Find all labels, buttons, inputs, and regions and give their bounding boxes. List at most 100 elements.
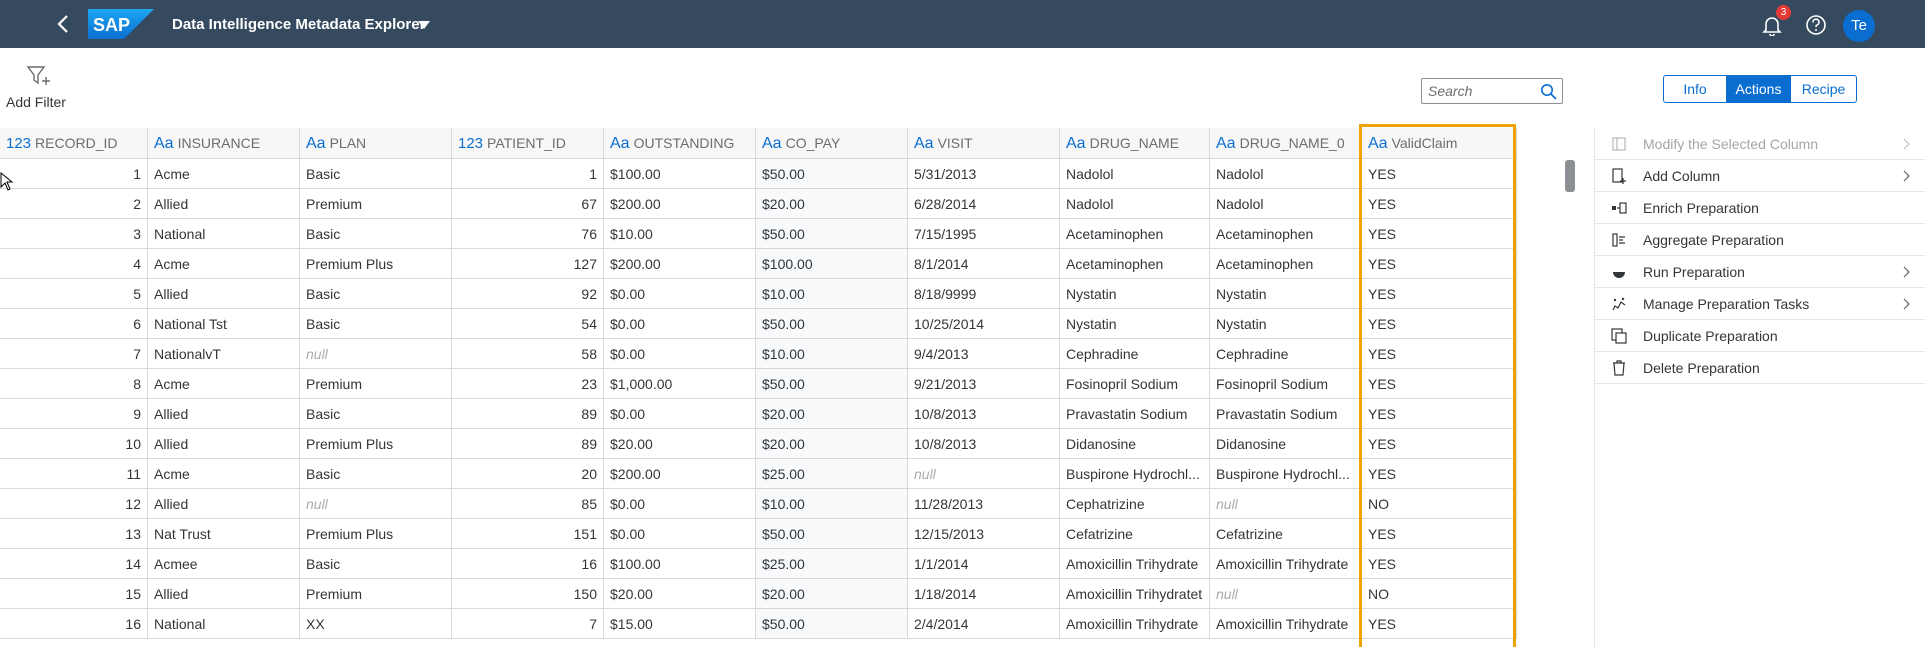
table-row[interactable]: 1 Acme Basic 1 $100.00 $50.00 5/31/2013 Nadolol… <box>0 159 1517 189</box>
cell-outstanding[interactable]: $20.00 <box>604 579 756 609</box>
cell-drug-name[interactable]: Amoxicillin Trihydratet <box>1060 579 1210 609</box>
action-enrich-preparation[interactable]: Enrich Preparation <box>1595 192 1925 224</box>
cell-validclaim[interactable]: YES <box>1362 369 1517 399</box>
cell-co-pay[interactable]: $50.00 <box>756 309 908 339</box>
cell-drug-name-0[interactable]: Amoxicillin Trihydrate <box>1210 609 1362 639</box>
table-row[interactable]: 5 Allied Basic 92 $0.00 $10.00 8/18/9999 Nystat… <box>0 279 1517 309</box>
cell-drug-name[interactable]: Cephradine <box>1060 339 1210 369</box>
table-row[interactable]: 3 National Basic 76 $10.00 $50.00 7/15/1995 Ace… <box>0 219 1517 249</box>
search-input[interactable] <box>1428 82 1538 100</box>
cell-insurance[interactable]: Acme <box>148 459 300 489</box>
cell-visit[interactable]: 10/25/2014 <box>908 309 1060 339</box>
cell-drug-name[interactable]: Fosinopril Sodium <box>1060 369 1210 399</box>
cell-co-pay[interactable]: $25.00 <box>756 549 908 579</box>
cell-record-id[interactable]: 5 <box>0 279 148 309</box>
cell-validclaim[interactable]: YES <box>1362 429 1517 459</box>
column-header-record-id[interactable]: 123 RECORD_ID <box>0 128 148 159</box>
cell-insurance[interactable]: Allied <box>148 579 300 609</box>
cell-drug-name[interactable]: Cefatrizine <box>1060 519 1210 549</box>
cell-drug-name-0[interactable]: Nadolol <box>1210 159 1362 189</box>
cell-record-id[interactable]: 9 <box>0 399 148 429</box>
cell-insurance[interactable]: Allied <box>148 189 300 219</box>
cell-insurance[interactable]: National <box>148 219 300 249</box>
cell-record-id[interactable]: 6 <box>0 309 148 339</box>
action-run-preparation[interactable]: Run Preparation <box>1595 256 1925 288</box>
column-header-co-pay[interactable]: Aa CO_PAY <box>756 128 908 159</box>
cell-patient-id[interactable]: 127 <box>452 249 604 279</box>
cell-visit[interactable]: 2/4/2014 <box>908 609 1060 639</box>
cell-drug-name[interactable]: Acetaminophen <box>1060 249 1210 279</box>
cell-drug-name[interactable]: Cephatrizine <box>1060 489 1210 519</box>
cell-validclaim[interactable]: YES <box>1362 609 1517 639</box>
cell-co-pay[interactable]: $10.00 <box>756 279 908 309</box>
add-filter-button[interactable]: Add Filter <box>6 62 86 112</box>
cell-drug-name[interactable]: Nadolol <box>1060 189 1210 219</box>
table-row[interactable]: 9 Allied Basic 89 $0.00 $20.00 10/8/2013 Pravas… <box>0 399 1517 429</box>
cell-insurance[interactable]: Nat Trust <box>148 519 300 549</box>
cell-plan[interactable]: Premium <box>300 579 452 609</box>
cell-outstanding[interactable]: $20.00 <box>604 429 756 459</box>
cell-drug-name-0[interactable]: Amoxicillin Trihydrate <box>1210 549 1362 579</box>
cell-plan[interactable]: Basic <box>300 549 452 579</box>
cell-record-id[interactable]: 3 <box>0 219 148 249</box>
cell-drug-name[interactable]: Nadolol <box>1060 159 1210 189</box>
column-header-validclaim[interactable]: Aa ValidClaim <box>1362 128 1517 159</box>
cell-drug-name-0[interactable]: Acetaminophen <box>1210 219 1362 249</box>
cell-outstanding[interactable]: $0.00 <box>604 489 756 519</box>
cell-validclaim[interactable]: YES <box>1362 549 1517 579</box>
cell-drug-name-0[interactable]: Pravastatin Sodium <box>1210 399 1362 429</box>
cell-record-id[interactable]: 16 <box>0 609 148 639</box>
cell-plan[interactable]: Basic <box>300 399 452 429</box>
cell-insurance[interactable]: Acmee <box>148 549 300 579</box>
cell-patient-id[interactable]: 150 <box>452 579 604 609</box>
cell-patient-id[interactable]: 7 <box>452 609 604 639</box>
cell-patient-id[interactable]: 151 <box>452 519 604 549</box>
cell-co-pay[interactable]: $50.00 <box>756 519 908 549</box>
cell-validclaim[interactable]: YES <box>1362 249 1517 279</box>
cell-outstanding[interactable]: $100.00 <box>604 549 756 579</box>
cell-plan[interactable]: Premium Plus <box>300 519 452 549</box>
cell-validclaim[interactable]: NO <box>1362 579 1517 609</box>
cell-plan[interactable]: Premium <box>300 189 452 219</box>
table-row[interactable]: 10 Allied Premium Plus 89 $20.00 $20.00 10/8/2… <box>0 429 1517 459</box>
cell-co-pay[interactable]: $20.00 <box>756 189 908 219</box>
table-row[interactable]: 7 NationalvT null 58 $0.00 $10.00 9/4/2013 Ceph… <box>0 339 1517 369</box>
action-duplicate-preparation[interactable]: Duplicate Preparation <box>1595 320 1925 352</box>
tab-info[interactable]: Info <box>1663 75 1727 103</box>
cell-record-id[interactable]: 1 <box>0 159 148 189</box>
cell-insurance[interactable]: Acme <box>148 369 300 399</box>
cell-co-pay[interactable]: $10.00 <box>756 339 908 369</box>
cell-outstanding[interactable]: $100.00 <box>604 159 756 189</box>
cell-patient-id[interactable]: 16 <box>452 549 604 579</box>
cell-visit[interactable]: 5/31/2013 <box>908 159 1060 189</box>
cell-visit[interactable]: 12/15/2013 <box>908 519 1060 549</box>
cell-insurance[interactable]: Allied <box>148 399 300 429</box>
cell-visit[interactable]: 8/18/9999 <box>908 279 1060 309</box>
cell-plan[interactable]: Basic <box>300 309 452 339</box>
cell-patient-id[interactable]: 23 <box>452 369 604 399</box>
cell-co-pay[interactable]: $25.00 <box>756 459 908 489</box>
cell-plan[interactable]: null <box>300 339 452 369</box>
cell-patient-id[interactable]: 20 <box>452 459 604 489</box>
user-avatar[interactable]: Te <box>1843 10 1875 42</box>
cell-record-id[interactable]: 8 <box>0 369 148 399</box>
column-header-visit[interactable]: Aa VISIT <box>908 128 1060 159</box>
table-row[interactable]: 12 Allied null 85 $0.00 $10.00 11/28/2013 Cepha… <box>0 489 1517 519</box>
cell-co-pay[interactable]: $50.00 <box>756 159 908 189</box>
cell-validclaim[interactable]: NO <box>1362 489 1517 519</box>
table-row[interactable]: 14 Acmee Basic 16 $100.00 $25.00 1/1/2014 Amoxi… <box>0 549 1517 579</box>
cell-plan[interactable]: Basic <box>300 279 452 309</box>
app-title[interactable]: Data Intelligence Metadata Explorer <box>172 16 425 33</box>
cell-insurance[interactable]: Acme <box>148 159 300 189</box>
help-icon[interactable] <box>1805 14 1827 36</box>
cell-plan[interactable]: Premium Plus <box>300 249 452 279</box>
cell-plan[interactable]: Basic <box>300 219 452 249</box>
cell-outstanding[interactable]: $0.00 <box>604 279 756 309</box>
cell-insurance[interactable]: NationalvT <box>148 339 300 369</box>
cell-patient-id[interactable]: 1 <box>452 159 604 189</box>
cell-co-pay[interactable]: $50.00 <box>756 369 908 399</box>
cell-record-id[interactable]: 10 <box>0 429 148 459</box>
cell-drug-name[interactable]: Amoxicillin Trihydrate <box>1060 609 1210 639</box>
cell-record-id[interactable]: 7 <box>0 339 148 369</box>
cell-drug-name-0[interactable]: Acetaminophen <box>1210 249 1362 279</box>
